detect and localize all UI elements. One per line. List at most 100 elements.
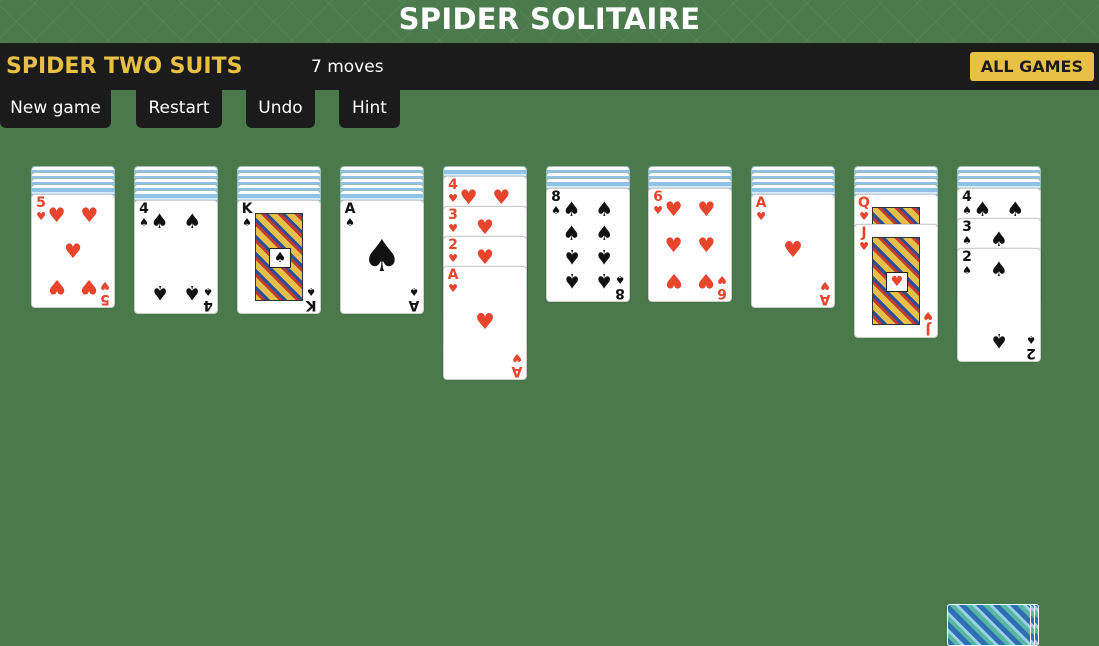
card-corner-index: J ♥	[921, 309, 935, 337]
playing-card[interactable]: J ♥ J ♥ ♥	[854, 224, 938, 338]
hearts-pip-icon: ♥	[664, 233, 683, 257]
card-corner-index: Q♥	[857, 196, 871, 222]
move-counter: 7 moves	[311, 57, 384, 77]
stock-pile[interactable]	[947, 604, 1039, 646]
hearts-suit-icon: ♥	[448, 222, 458, 235]
hint-button[interactable]: Hint	[339, 90, 400, 128]
card-corner-index: A ♠	[343, 202, 357, 228]
spades-suit-icon: ♠	[306, 285, 316, 298]
spades-suit-icon: ♠	[242, 216, 252, 229]
card-corner-index: 6 ♥	[651, 190, 665, 216]
spades-pip-icon: ♠	[595, 220, 614, 245]
hearts-pip-icon: ♥	[47, 274, 66, 299]
playing-card[interactable]: A ♠ A ♠ ♠	[340, 200, 424, 314]
page-title: SPIDER SOLITAIRE	[398, 2, 701, 36]
hearts-pip-icon: ♥	[459, 185, 478, 210]
card-rank: 4	[962, 189, 972, 205]
hearts-suit-icon: ♥	[859, 210, 869, 223]
card-rank: A	[819, 291, 831, 307]
card-corner-index: 8 ♠	[549, 190, 563, 216]
hearts-suit-icon: ♥	[859, 240, 869, 253]
card-corner-index: A ♠	[407, 285, 421, 313]
hearts-suit-icon: ♥	[448, 282, 458, 295]
playing-card[interactable]: A ♥ A ♥ ♥	[443, 266, 527, 380]
spades-pip-icon: ♠	[183, 209, 202, 234]
card-corner-index: 5 ♥	[98, 279, 112, 307]
spades-suit-icon: ♠	[139, 216, 149, 229]
title-band: SPIDER SOLITAIRE	[0, 0, 1099, 43]
spades-suit-icon: ♠	[203, 285, 213, 298]
spades-suit-icon: ♠	[1026, 333, 1036, 346]
card-corner-index: K ♠	[240, 202, 254, 228]
hearts-suit-icon: ♥	[448, 192, 458, 205]
playing-card[interactable]: 6 ♥ 6 ♥ ♥ ♥ ♥ ♥ ♥ ♥	[648, 188, 732, 302]
card-rank: 8	[551, 189, 561, 205]
spades-pip-icon: ♠	[183, 280, 202, 305]
playing-card[interactable]: 4♠4♠♠♠♠♠	[134, 200, 218, 314]
spades-pip-icon: ♠	[973, 197, 992, 222]
card-rank: 3	[962, 219, 972, 235]
spades-pip-icon: ♠	[269, 248, 291, 268]
stock-card-back	[947, 604, 1031, 646]
card-corner-index: A ♥	[446, 268, 460, 294]
hearts-pip-icon: ♥	[64, 239, 82, 263]
spades-pip-icon: ♠	[562, 220, 581, 245]
hearts-pip-icon: ♥	[697, 233, 716, 257]
card-rank: 5	[100, 291, 110, 307]
spades-pip-icon: ♠	[595, 268, 614, 293]
new-game-button[interactable]: New game	[0, 90, 111, 128]
hearts-suit-icon: ♥	[923, 309, 933, 322]
spades-suit-icon: ♠	[962, 264, 972, 277]
hearts-suit-icon: ♥	[36, 210, 46, 223]
hearts-pip-icon: ♥	[476, 215, 494, 240]
court-card-artwork: ♠	[255, 213, 303, 301]
hearts-pip-icon: ♥	[492, 185, 511, 210]
card-corner-index: 3♠	[960, 220, 974, 246]
spades-pip-icon: ♠	[595, 197, 614, 222]
playing-card[interactable]: 2 ♠ 2 ♠ ♠ ♠	[957, 248, 1041, 362]
playing-card[interactable]: K ♠ K ♠ ♠	[237, 200, 321, 314]
spades-pip-icon: ♠	[990, 328, 1008, 353]
spades-suit-icon: ♠	[615, 273, 625, 286]
hearts-pip-icon: ♥	[697, 268, 716, 293]
card-corner-index: J ♥	[857, 226, 871, 252]
spades-pip-icon: ♠	[595, 245, 614, 270]
card-rank: 5	[36, 195, 46, 211]
card-rank: 6	[653, 189, 663, 205]
hearts-pip-icon: ♥	[80, 203, 99, 228]
playing-card[interactable]: 8 ♠ 8 ♠ ♠ ♠ ♠ ♠ ♠ ♠ ♠ ♠	[546, 188, 630, 302]
hearts-pip-icon: ♥	[664, 268, 683, 293]
card-rank: A	[447, 267, 459, 283]
all-games-button[interactable]: ALL GAMES	[969, 52, 1094, 81]
card-rank: 2	[448, 237, 458, 253]
hearts-suit-icon: ♥	[100, 279, 110, 292]
undo-button[interactable]: Undo	[246, 90, 315, 128]
playing-card[interactable]: A ♥ A ♥ ♥	[751, 194, 835, 308]
card-corner-index: 4♥	[446, 178, 460, 204]
card-rank: Q	[858, 195, 870, 211]
hearts-pip-icon: ♥	[47, 203, 66, 228]
card-rank: 4	[203, 297, 213, 313]
spades-suit-icon: ♠	[409, 285, 419, 298]
card-corner-index: 2 ♠	[1024, 333, 1038, 361]
hearts-suit-icon: ♥	[448, 252, 458, 265]
hearts-pip-icon: ♥	[80, 274, 99, 299]
card-rank: 3	[448, 207, 458, 223]
card-corner-index: 5 ♥	[34, 196, 48, 222]
card-rank: A	[408, 297, 420, 313]
spades-pip-icon: ♠	[562, 197, 581, 222]
playing-card[interactable]: 5 ♥ 5 ♥ ♥ ♥ ♥ ♥ ♥	[31, 194, 115, 308]
card-rank: 2	[1026, 345, 1036, 361]
hearts-pip-icon: ♥	[886, 272, 908, 292]
card-rank: 8	[615, 285, 625, 301]
spades-suit-icon: ♠	[345, 216, 355, 229]
spades-pip-icon: ♠	[562, 268, 581, 293]
card-rank: 4	[139, 201, 149, 217]
card-corner-index: 8 ♠	[613, 273, 627, 301]
restart-button[interactable]: Restart	[136, 90, 222, 128]
card-corner-index: A ♥	[818, 279, 832, 307]
spades-pip-icon: ♠	[562, 245, 581, 270]
card-corner-index: K ♠	[304, 285, 318, 313]
card-rank: 6	[717, 285, 727, 301]
card-corner-index: 2 ♠	[960, 250, 974, 276]
